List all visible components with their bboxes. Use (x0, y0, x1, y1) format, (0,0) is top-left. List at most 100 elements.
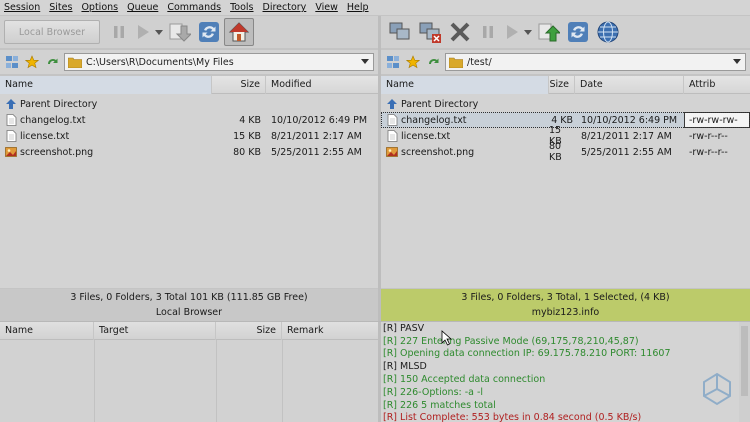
file-attrib: -rw-r--r-- (689, 146, 728, 158)
table-row[interactable]: license.txt 15 KB 8/21/2011 2:17 AM (0, 128, 378, 144)
menu-help[interactable]: Help (347, 2, 369, 13)
play-icon[interactable] (501, 19, 523, 45)
column-remark[interactable]: Remark (282, 322, 378, 340)
log-line: [R] 150 Accepted data connection (383, 374, 546, 386)
file-modified: 10/10/2012 6:49 PM (271, 114, 368, 126)
stop-icon[interactable] (445, 19, 475, 45)
column-name[interactable]: Name (0, 75, 212, 94)
folder-icon (449, 57, 463, 68)
up-arrow-icon (386, 98, 398, 110)
local-browser-button[interactable]: Local Browser (4, 20, 100, 44)
table-row[interactable]: screenshot.png 80 KB 5/25/2011 2:55 AM -… (381, 141, 750, 163)
parent-directory-row[interactable]: Parent Directory (381, 96, 750, 112)
column-date[interactable]: Date (575, 75, 684, 94)
text-file-icon (386, 114, 398, 126)
column-name[interactable]: Name (0, 321, 94, 340)
column-size[interactable]: Size (216, 321, 282, 340)
local-path-bar: C:\Users\R\Documents\My Files (0, 50, 378, 74)
local-toolbar: Local Browser (0, 16, 378, 48)
chevron-down-icon[interactable] (361, 59, 369, 64)
log-line: [R] List Complete: 553 bytes in 0.84 sec… (383, 412, 642, 422)
image-file-icon (386, 146, 398, 158)
refresh-icon[interactable] (194, 19, 224, 45)
file-date: 5/25/2011 2:55 AM (581, 146, 672, 158)
column-size[interactable]: Size (549, 75, 575, 94)
download-icon[interactable] (164, 19, 194, 45)
home-icon[interactable] (224, 18, 254, 46)
remote-file-list: Name Size Date Attrib Parent Directory c… (381, 75, 750, 288)
watermark-logo-icon (703, 372, 731, 406)
table-row[interactable]: changelog.txt 4 KB 10/10/2012 6:49 PM (0, 112, 378, 128)
column-size[interactable]: Size (212, 75, 266, 94)
mouse-cursor-icon (441, 330, 453, 346)
remote-host-label: mybiz123.info (531, 307, 600, 318)
play-icon[interactable] (132, 19, 154, 45)
text-file-icon (5, 130, 17, 142)
file-name: screenshot.png (401, 146, 475, 158)
log-line: [R] 227 Entering Passive Mode (69,175,78… (383, 335, 639, 347)
globe-icon[interactable] (593, 19, 623, 45)
text-file-icon (386, 130, 398, 142)
refresh-icon[interactable] (563, 19, 593, 45)
favorites-star-icon[interactable] (405, 54, 421, 70)
table-row[interactable]: screenshot.png 80 KB 5/25/2011 2:55 AM (0, 144, 378, 160)
drives-icon[interactable] (4, 54, 20, 70)
menu-sites[interactable]: Sites (49, 2, 72, 13)
up-arrow-icon (5, 98, 17, 110)
up-folder-icon[interactable] (44, 54, 60, 70)
local-status-label: Local Browser (155, 307, 223, 318)
up-folder-icon[interactable] (425, 54, 441, 70)
transfer-queue: Name Target Size Remark (0, 321, 378, 422)
menu-options[interactable]: Options (81, 2, 118, 13)
remote-toolbar (381, 16, 750, 48)
column-modified[interactable]: Modified (266, 76, 378, 94)
queue-body (0, 340, 378, 422)
file-attrib: -rw-r--r-- (689, 130, 728, 142)
column-target[interactable]: Target (94, 321, 216, 340)
disconnect-icon[interactable] (415, 19, 445, 45)
scrollbar-thumb[interactable] (741, 326, 748, 396)
play-dropdown-icon[interactable] (154, 19, 164, 45)
menu-directory[interactable]: Directory (263, 2, 307, 13)
menu-view[interactable]: View (315, 2, 338, 13)
column-name[interactable]: Name (381, 75, 549, 94)
file-modified: 8/21/2011 2:17 AM (271, 130, 362, 142)
play-dropdown-icon[interactable] (523, 19, 533, 45)
log-line: [R] PASV (383, 322, 425, 334)
favorites-star-icon[interactable] (24, 54, 40, 70)
local-file-list: Name Size Modified Parent Directory chan… (0, 75, 378, 288)
file-name: screenshot.png (20, 146, 94, 158)
file-date: 10/10/2012 6:49 PM (581, 114, 678, 126)
menu-session[interactable]: Session (4, 2, 40, 13)
menu-commands[interactable]: Commands (167, 2, 221, 13)
file-name: license.txt (401, 130, 451, 142)
file-name: changelog.txt (401, 114, 467, 126)
menu-bar: Session Sites Options Queue Commands Too… (0, 0, 750, 15)
log-scrollbar[interactable] (739, 322, 750, 422)
local-list-header: Name Size Modified (0, 75, 378, 94)
text-file-icon (5, 114, 17, 126)
connect-icon[interactable] (385, 19, 415, 45)
remote-status-bar: 3 Files, 0 Folders, 3 Total, 1 Selected,… (381, 289, 750, 321)
local-status-summary: 3 Files, 0 Folders, 3 Total 101 KB (111.… (70, 292, 308, 303)
session-log: [R] PASV [R] 227 Entering Passive Mode (… (381, 322, 750, 422)
remote-path-combo[interactable]: /test/ (445, 53, 746, 71)
parent-directory-row[interactable]: Parent Directory (0, 96, 378, 112)
upload-icon[interactable] (533, 19, 563, 45)
local-path-text: C:\Users\R\Documents\My Files (86, 56, 234, 68)
queue-header: Name Target Size Remark (0, 321, 378, 340)
column-attrib[interactable]: Attrib (684, 76, 750, 94)
menu-tools[interactable]: Tools (230, 2, 253, 13)
file-size: 15 KB (233, 130, 261, 142)
file-size: 80 KB (549, 141, 562, 163)
local-path-combo[interactable]: C:\Users\R\Documents\My Files (64, 53, 374, 71)
pause-icon[interactable] (475, 19, 501, 45)
menu-queue[interactable]: Queue (127, 2, 158, 13)
log-line: [R] 226 5 matches total (383, 399, 496, 411)
log-line: [R] 226-Options: -a -l (383, 386, 484, 398)
drives-icon[interactable] (385, 54, 401, 70)
log-line: [R] MLSD (383, 361, 427, 373)
remote-path-bar: /test/ (381, 50, 750, 74)
chevron-down-icon[interactable] (733, 59, 741, 64)
pause-icon[interactable] (106, 19, 132, 45)
